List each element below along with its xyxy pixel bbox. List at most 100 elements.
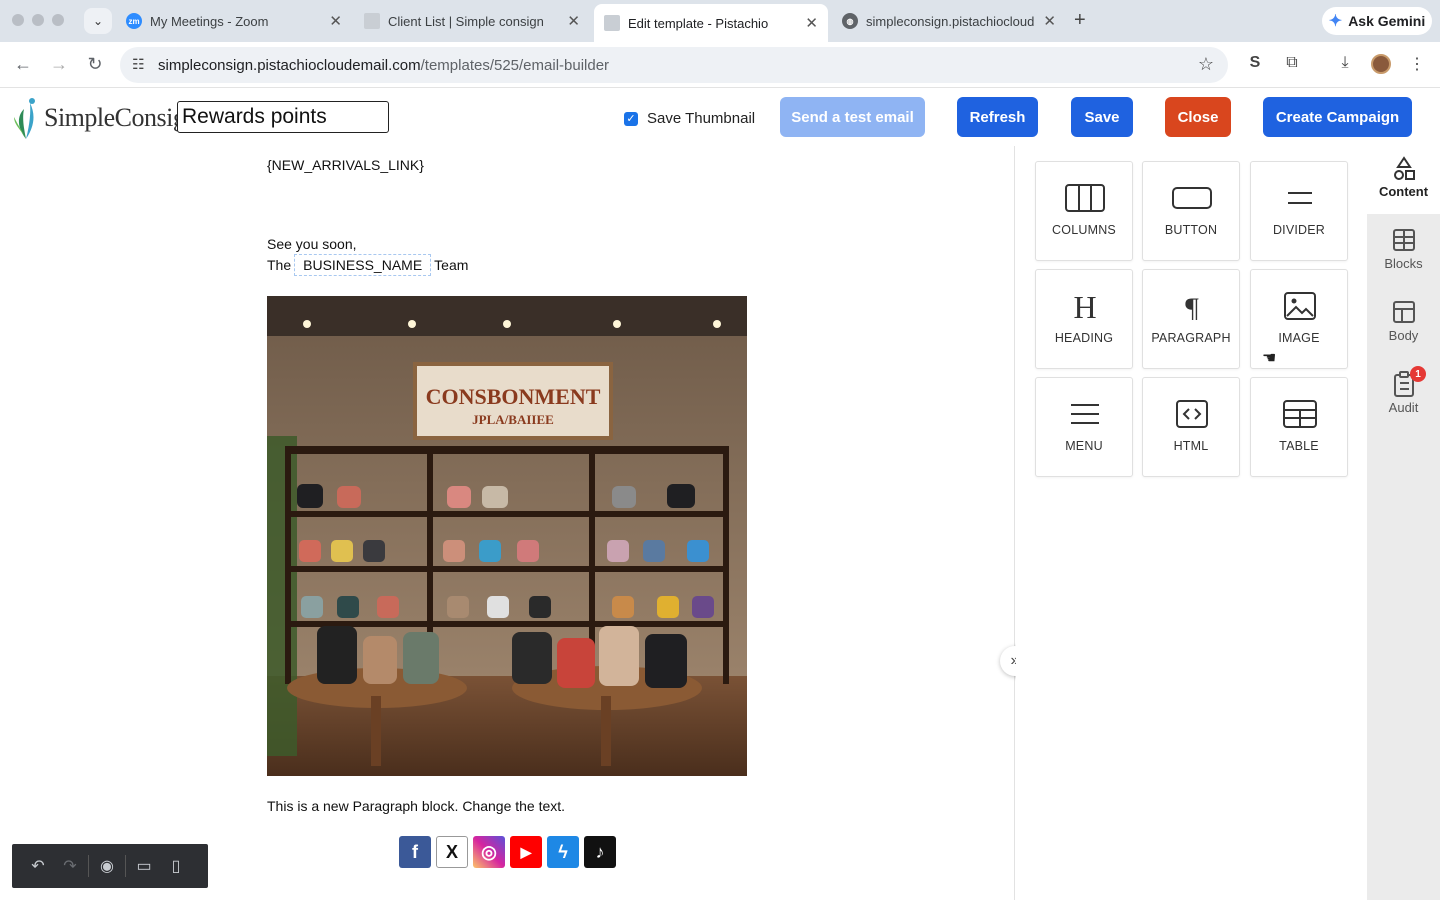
close-button[interactable]: Close <box>1165 97 1231 137</box>
consignment-store-photo: CONSBONMENT JPLA/BAIIEE <box>267 296 747 776</box>
tool-heading[interactable]: H HEADING <box>1035 269 1133 369</box>
tab-edit-template[interactable]: Edit template - Pistachio ✕ <box>594 4 828 42</box>
checkbox-checked-icon[interactable]: ✓ <box>624 111 638 126</box>
tab-close-icon[interactable]: ✕ <box>329 12 342 30</box>
tiktok-icon[interactable]: ♪ <box>584 836 616 868</box>
forward-arrow-icon[interactable]: → <box>48 54 70 75</box>
window-close-dot[interactable] <box>12 14 24 26</box>
create-campaign-button[interactable]: Create Campaign <box>1263 97 1412 137</box>
browser-tab-bar: ⌄ zm My Meetings - Zoom ✕ Client List | … <box>0 0 1440 42</box>
logo-leaf-icon <box>14 98 35 139</box>
x-icon[interactable]: X <box>436 836 468 868</box>
editor-header: SimpleConsign ✓ Save Thumbnail Send a te… <box>0 88 1440 146</box>
tool-menu[interactable]: MENU <box>1035 377 1133 477</box>
window-zoom-dot[interactable] <box>52 14 64 26</box>
sidebar-label: Content <box>1378 184 1429 199</box>
button-icon <box>1172 187 1212 209</box>
profile-avatar[interactable] <box>1371 54 1391 74</box>
browser-toolbar: ← → ↻ ☷ simpleconsign.pistachiocloudemai… <box>0 42 1440 88</box>
tab-zoom[interactable]: zm My Meetings - Zoom ✕ <box>116 6 352 36</box>
columns-icon <box>1065 184 1105 212</box>
window-minimize-dot[interactable] <box>32 14 44 26</box>
table-icon <box>1283 400 1317 428</box>
preview-eye-icon[interactable]: ◉ <box>91 856 123 876</box>
address-bar[interactable]: ☷ simpleconsign.pistachiocloudemail.com /… <box>120 47 1228 83</box>
divider-icon <box>1288 192 1312 204</box>
new-tab-icon[interactable]: + <box>1074 9 1086 32</box>
sidebar-label: Blocks <box>1384 256 1423 271</box>
arrivals-link-text[interactable]: {NEW_ARRIVALS_LINK} <box>267 157 424 173</box>
pistachio-icon <box>604 15 620 31</box>
sidebar-label: Audit <box>1388 400 1419 415</box>
desktop-view-icon[interactable]: ▭ <box>128 856 160 876</box>
sidebar-label: Body <box>1388 328 1419 343</box>
tab-title: My Meetings - Zoom <box>150 13 269 29</box>
tab-close-icon[interactable]: ✕ <box>805 14 818 32</box>
tool-label: BUTTON <box>1164 223 1218 237</box>
refresh-button[interactable]: Refresh <box>957 97 1038 137</box>
youtube-icon[interactable]: ▶ <box>510 836 542 868</box>
paragraph-block[interactable]: This is a new Paragraph block. Change th… <box>267 798 565 814</box>
sidebar-item-audit[interactable]: 1 Audit <box>1367 362 1440 430</box>
browser-menu-icon[interactable]: ⋮ <box>1406 54 1428 74</box>
tab-simpleconsign[interactable]: ◍ simpleconsign.pistachiocloud ✕ <box>832 6 1066 36</box>
globe-icon: ◍ <box>842 13 858 29</box>
svg-text:¶: ¶ <box>1185 292 1199 320</box>
svg-text:H: H <box>1073 292 1096 320</box>
tab-client-list[interactable]: Client List | Simple consign ✕ <box>354 6 590 36</box>
tool-label: HEADING <box>1054 331 1114 345</box>
save-thumbnail-toggle[interactable]: ✓ Save Thumbnail <box>624 110 755 127</box>
canvas-toolbar: ↶ ↷ ◉ ▭ ▯ <box>12 844 208 888</box>
zoom-icon: zm <box>126 13 142 29</box>
tool-label: HTML <box>1173 439 1209 453</box>
menu-icon <box>1071 404 1099 424</box>
image-icon <box>1284 292 1316 320</box>
tool-paragraph[interactable]: ¶ PARAGRAPH <box>1142 269 1240 369</box>
extensions-puzzle-icon[interactable]: ⧉ <box>1281 54 1303 72</box>
tool-button[interactable]: BUTTON <box>1142 161 1240 261</box>
tool-label: IMAGE <box>1278 331 1320 345</box>
toolbar-divider <box>88 855 89 877</box>
content-tools-panel: COLUMNS BUTTON DIVIDER H HEADING ¶ PARAG… <box>1016 146 1367 900</box>
sidebar-item-blocks[interactable]: Blocks <box>1367 218 1440 286</box>
signature-line[interactable]: The BUSINESS_NAME Team <box>267 254 468 276</box>
ask-gemini-label: Ask Gemini <box>1348 13 1426 29</box>
undo-icon[interactable]: ↶ <box>22 856 54 876</box>
store-image[interactable]: CONSBONMENT JPLA/BAIIEE <box>267 296 747 776</box>
email-canvas[interactable]: {NEW_ARRIVALS_LINK} See you soon, The BUS… <box>0 146 1015 900</box>
tool-divider[interactable]: DIVIDER <box>1250 161 1348 261</box>
messenger-icon[interactable]: ϟ <box>547 836 579 868</box>
tool-columns[interactable]: COLUMNS <box>1035 161 1133 261</box>
send-test-email-button[interactable]: Send a test email <box>780 97 925 137</box>
tool-label: DIVIDER <box>1272 223 1326 237</box>
tab-close-icon[interactable]: ✕ <box>1043 12 1056 30</box>
site-settings-icon[interactable]: ☷ <box>132 56 145 73</box>
business-name-merge-tag[interactable]: BUSINESS_NAME <box>294 254 432 276</box>
hand-cursor-icon: ☚ <box>1262 350 1277 367</box>
sidebar-item-body[interactable]: Body <box>1367 290 1440 358</box>
back-arrow-icon[interactable]: ← <box>12 54 34 75</box>
sidebar-item-content[interactable]: Content <box>1367 146 1440 214</box>
reload-icon[interactable]: ↻ <box>84 54 106 75</box>
bookmark-star-icon[interactable]: ☆ <box>1198 54 1214 75</box>
download-icon[interactable]: ⤓ <box>1334 54 1356 72</box>
instagram-icon[interactable]: ◎ <box>473 836 505 868</box>
tool-label: COLUMNS <box>1052 223 1116 237</box>
extension-s-icon[interactable]: S <box>1244 54 1266 72</box>
save-button[interactable]: Save <box>1071 97 1133 137</box>
tool-html[interactable]: HTML <box>1142 377 1240 477</box>
facebook-icon[interactable]: f <box>399 836 431 868</box>
url-path: /templates/525/email-builder <box>420 56 610 74</box>
tab-search-chevron-icon[interactable]: ⌄ <box>84 8 112 34</box>
redo-icon[interactable]: ↷ <box>54 856 86 876</box>
mobile-view-icon[interactable]: ▯ <box>160 856 192 876</box>
editor-sidebar: Content Blocks Body 1 Audit <box>1367 146 1440 900</box>
tab-close-icon[interactable]: ✕ <box>567 12 580 30</box>
closing-line[interactable]: See you soon, <box>267 236 357 252</box>
template-name-input[interactable] <box>177 101 389 133</box>
ask-gemini-button[interactable]: ✦ Ask Gemini <box>1322 7 1432 35</box>
tool-table[interactable]: TABLE <box>1250 377 1348 477</box>
audit-badge: 1 <box>1410 366 1426 382</box>
url-host: simpleconsign.pistachiocloudemail.com <box>158 56 421 74</box>
tab-title: Client List | Simple consign <box>388 13 544 29</box>
